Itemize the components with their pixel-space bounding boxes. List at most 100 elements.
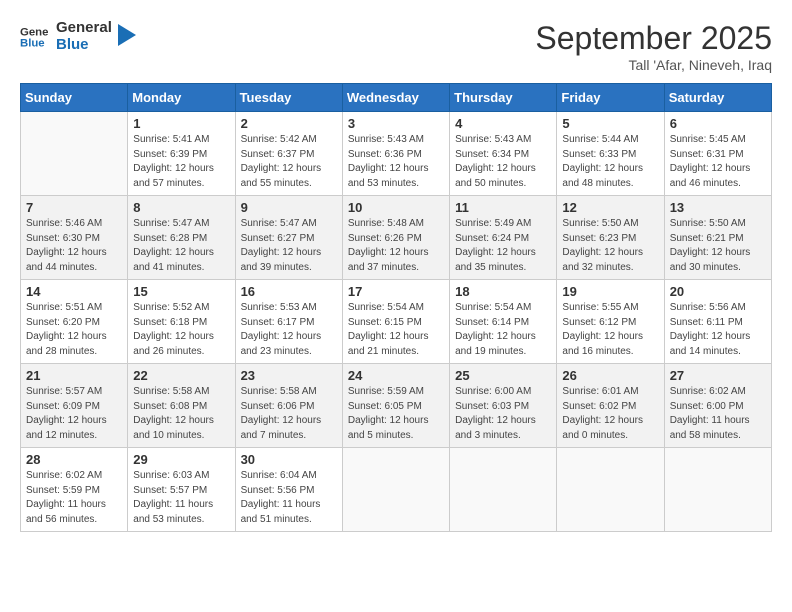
day-number: 16: [241, 284, 337, 299]
calendar-day-cell: 29Sunrise: 6:03 AM Sunset: 5:57 PM Dayli…: [128, 448, 235, 532]
weekday-header-friday: Friday: [557, 84, 664, 112]
calendar-day-cell: 19 Sunrise: 5:55 AM Sunset: 6:12 PM Dayli…: [557, 280, 664, 364]
calendar-day-cell: 3Sunrise: 5:43 AM Sunset: 6:36 PM Daylig…: [342, 112, 449, 196]
day-number: 17: [348, 284, 444, 299]
day-info: Sunrise: 5:46 AM Sunset: 6:30 PM Dayligh…: [26, 217, 122, 275]
logo-line1: General: [56, 20, 112, 37]
day-number: 28: [26, 452, 122, 467]
day-info: Sunrise: 6:00 AM Sunset: 6:03 PM Dayligh…: [455, 385, 551, 443]
day-number: 12: [562, 200, 658, 215]
calendar-day-cell: 14 Sunrise: 5:51 AM Sunset: 6:20 PM Dayli…: [21, 280, 128, 364]
day-number: 10: [348, 200, 444, 215]
svg-text:General: General: [20, 26, 48, 38]
calendar-day-cell: 25 Sunrise: 6:00 AM Sunset: 6:03 PM Dayli…: [450, 364, 557, 448]
day-number: 18: [455, 284, 551, 299]
logo-icon: General Blue: [20, 23, 48, 51]
day-number: 27: [670, 368, 766, 383]
weekday-header-sunday: Sunday: [21, 84, 128, 112]
calendar-day-cell: 4 Sunrise: 5:43 AM Sunset: 6:34 PM Daylig…: [450, 112, 557, 196]
day-info: Sunrise: 6:04 AM Sunset: 5:56 PM Dayligh…: [241, 469, 337, 527]
day-number: 25: [455, 368, 551, 383]
logo-arrow-icon: [118, 24, 136, 46]
day-number: 30: [241, 452, 337, 467]
calendar-day-cell: 12 Sunrise: 5:50 AM Sunset: 6:23 PM Dayli…: [557, 196, 664, 280]
day-number: 5: [562, 116, 658, 131]
calendar-day-cell: 15 Sunrise: 5:52 AM Sunset: 6:18 PM Dayli…: [128, 280, 235, 364]
calendar-day-cell: 2 Sunrise: 5:42 AM Sunset: 6:37 PM Daylig…: [235, 112, 342, 196]
day-number: 26: [562, 368, 658, 383]
calendar-day-cell: 17 Sunrise: 5:54 AM Sunset: 6:15 PM Dayli…: [342, 280, 449, 364]
calendar-week-row: 7 Sunrise: 5:46 AM Sunset: 6:30 PM Daylig…: [21, 196, 772, 280]
calendar-day-cell: 6Sunrise: 5:45 AM Sunset: 6:31 PM Daylig…: [664, 112, 771, 196]
calendar-day-cell: [664, 448, 771, 532]
weekday-header-tuesday: Tuesday: [235, 84, 342, 112]
calendar-day-cell: 5 Sunrise: 5:44 AM Sunset: 6:33 PM Daylig…: [557, 112, 664, 196]
day-number: 29: [133, 452, 229, 467]
day-number: 24: [348, 368, 444, 383]
calendar-day-cell: 26Sunrise: 6:01 AM Sunset: 6:02 PM Dayli…: [557, 364, 664, 448]
title-block: September 2025 Tall 'Afar, Nineveh, Iraq: [535, 20, 772, 73]
day-number: 4: [455, 116, 551, 131]
day-number: 15: [133, 284, 229, 299]
calendar-day-cell: 30 Sunrise: 6:04 AM Sunset: 5:56 PM Dayli…: [235, 448, 342, 532]
weekday-header-monday: Monday: [128, 84, 235, 112]
day-info: Sunrise: 5:59 AM Sunset: 6:05 PM Dayligh…: [348, 385, 444, 443]
calendar-day-cell: 11 Sunrise: 5:49 AM Sunset: 6:24 PM Dayli…: [450, 196, 557, 280]
calendar-day-cell: 7 Sunrise: 5:46 AM Sunset: 6:30 PM Daylig…: [21, 196, 128, 280]
svg-text:Blue: Blue: [20, 37, 45, 49]
calendar-day-cell: 18 Sunrise: 5:54 AM Sunset: 6:14 PM Dayli…: [450, 280, 557, 364]
day-info: Sunrise: 5:47 AM Sunset: 6:28 PM Dayligh…: [133, 217, 229, 275]
day-number: 9: [241, 200, 337, 215]
day-info: Sunrise: 5:47 AM Sunset: 6:27 PM Dayligh…: [241, 217, 337, 275]
day-number: 7: [26, 200, 122, 215]
day-info: Sunrise: 5:52 AM Sunset: 6:18 PM Dayligh…: [133, 301, 229, 359]
day-info: Sunrise: 6:02 AM Sunset: 5:59 PM Dayligh…: [26, 469, 122, 527]
calendar-day-cell: [557, 448, 664, 532]
calendar-day-cell: [450, 448, 557, 532]
day-number: 11: [455, 200, 551, 215]
day-info: Sunrise: 5:48 AM Sunset: 6:26 PM Dayligh…: [348, 217, 444, 275]
calendar-day-cell: 16 Sunrise: 5:53 AM Sunset: 6:17 PM Dayli…: [235, 280, 342, 364]
calendar-day-cell: [21, 112, 128, 196]
day-number: 23: [241, 368, 337, 383]
calendar-table: SundayMondayTuesdayWednesdayThursdayFrid…: [20, 83, 772, 532]
weekday-header-row: SundayMondayTuesdayWednesdayThursdayFrid…: [21, 84, 772, 112]
calendar-day-cell: 20Sunrise: 5:56 AM Sunset: 6:11 PM Dayli…: [664, 280, 771, 364]
day-info: Sunrise: 5:43 AM Sunset: 6:36 PM Dayligh…: [348, 133, 444, 191]
day-info: Sunrise: 5:45 AM Sunset: 6:31 PM Dayligh…: [670, 133, 766, 191]
day-info: Sunrise: 5:57 AM Sunset: 6:09 PM Dayligh…: [26, 385, 122, 443]
day-number: 14: [26, 284, 122, 299]
day-number: 2: [241, 116, 337, 131]
day-info: Sunrise: 5:49 AM Sunset: 6:24 PM Dayligh…: [455, 217, 551, 275]
calendar-day-cell: 24 Sunrise: 5:59 AM Sunset: 6:05 PM Dayli…: [342, 364, 449, 448]
day-info: Sunrise: 5:42 AM Sunset: 6:37 PM Dayligh…: [241, 133, 337, 191]
day-info: Sunrise: 5:58 AM Sunset: 6:08 PM Dayligh…: [133, 385, 229, 443]
day-info: Sunrise: 5:41 AM Sunset: 6:39 PM Dayligh…: [133, 133, 229, 191]
day-number: 19: [562, 284, 658, 299]
day-info: Sunrise: 5:58 AM Sunset: 6:06 PM Dayligh…: [241, 385, 337, 443]
day-info: Sunrise: 5:55 AM Sunset: 6:12 PM Dayligh…: [562, 301, 658, 359]
day-number: 8: [133, 200, 229, 215]
calendar-day-cell: 1Sunrise: 5:41 AM Sunset: 6:39 PM Daylig…: [128, 112, 235, 196]
logo: General Blue General Blue: [20, 20, 136, 53]
day-number: 22: [133, 368, 229, 383]
day-info: Sunrise: 5:44 AM Sunset: 6:33 PM Dayligh…: [562, 133, 658, 191]
day-info: Sunrise: 5:56 AM Sunset: 6:11 PM Dayligh…: [670, 301, 766, 359]
month-title: September 2025: [535, 20, 772, 57]
calendar-day-cell: 10 Sunrise: 5:48 AM Sunset: 6:26 PM Dayli…: [342, 196, 449, 280]
day-info: Sunrise: 5:50 AM Sunset: 6:23 PM Dayligh…: [562, 217, 658, 275]
day-info: Sunrise: 5:53 AM Sunset: 6:17 PM Dayligh…: [241, 301, 337, 359]
day-info: Sunrise: 5:51 AM Sunset: 6:20 PM Dayligh…: [26, 301, 122, 359]
day-info: Sunrise: 5:54 AM Sunset: 6:15 PM Dayligh…: [348, 301, 444, 359]
calendar-day-cell: 13Sunrise: 5:50 AM Sunset: 6:21 PM Dayli…: [664, 196, 771, 280]
logo-line2: Blue: [56, 37, 112, 54]
location: Tall 'Afar, Nineveh, Iraq: [535, 57, 772, 73]
weekday-header-wednesday: Wednesday: [342, 84, 449, 112]
day-info: Sunrise: 5:43 AM Sunset: 6:34 PM Dayligh…: [455, 133, 551, 191]
weekday-header-thursday: Thursday: [450, 84, 557, 112]
calendar-week-row: 21 Sunrise: 5:57 AM Sunset: 6:09 PM Dayli…: [21, 364, 772, 448]
calendar-day-cell: 22 Sunrise: 5:58 AM Sunset: 6:08 PM Dayli…: [128, 364, 235, 448]
day-number: 21: [26, 368, 122, 383]
calendar-day-cell: 28 Sunrise: 6:02 AM Sunset: 5:59 PM Dayli…: [21, 448, 128, 532]
day-info: Sunrise: 5:54 AM Sunset: 6:14 PM Dayligh…: [455, 301, 551, 359]
